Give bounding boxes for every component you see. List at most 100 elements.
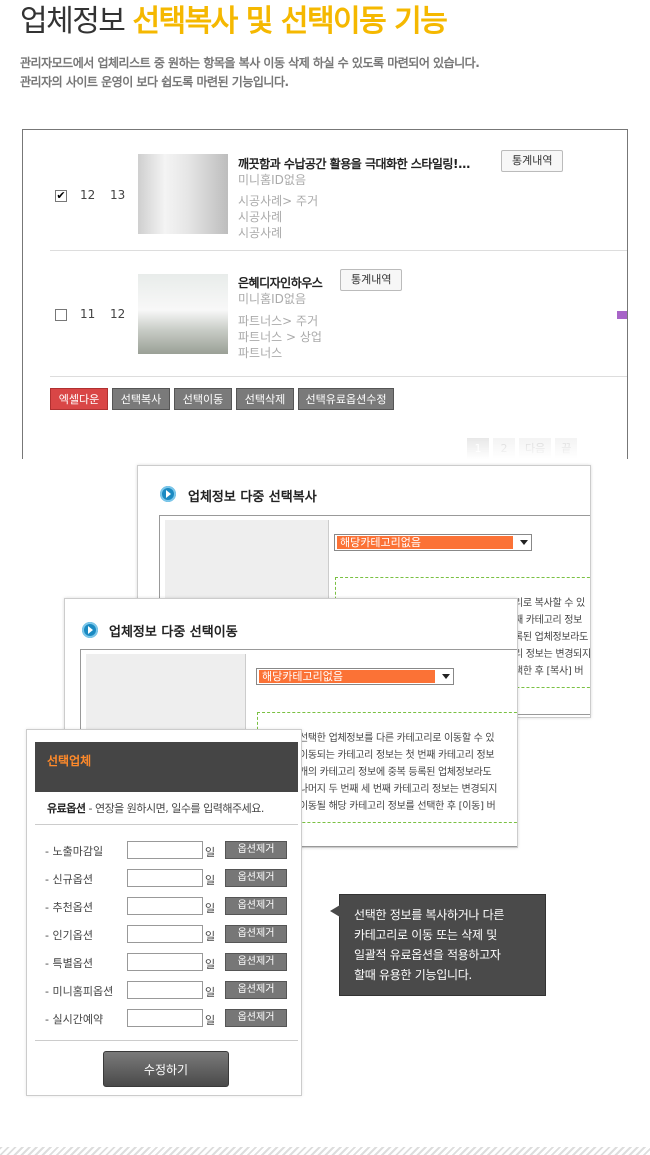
select-paid-option-edit-button[interactable]: 선택유료옵션수정 (298, 388, 394, 410)
option-row: - 신규옵션 일 옵션제거 (45, 869, 295, 887)
category-3: 파트너스 (238, 346, 283, 360)
option-days-input[interactable] (127, 897, 203, 915)
category-select-value: 해당카테고리없음 (259, 670, 435, 683)
option-label: - 특별옵션 (45, 957, 93, 970)
option-label: - 실시간예약 (45, 1013, 104, 1026)
row-number: 11 (80, 307, 96, 321)
remove-option-button[interactable]: 옵션제거 (225, 897, 287, 915)
row-checkbox[interactable] (55, 309, 67, 321)
arrow-circle-icon (160, 486, 176, 502)
dialog-title: 업체정보 다중 선택복사 (188, 490, 317, 505)
bottom-divider (0, 1147, 650, 1155)
option-badge (617, 311, 627, 319)
next-page-link[interactable]: 다음 (519, 438, 552, 459)
stats-button[interactable]: 통계내역 (340, 269, 403, 291)
category-select[interactable]: 해당카테고리없음 (334, 534, 532, 551)
info-line: 개의 카테고리 정보에 중복 등록된 업체정보라도 (299, 767, 492, 778)
category-select[interactable]: 해당카테고리없음 (256, 668, 454, 685)
divider (35, 824, 298, 825)
option-days-input[interactable] (127, 953, 203, 971)
day-unit: 일 (205, 874, 216, 887)
company-thumbnail[interactable] (138, 274, 228, 354)
select-move-button[interactable]: 선택이동 (174, 388, 232, 410)
select-copy-button[interactable]: 선택복사 (112, 388, 170, 410)
excel-download-button[interactable]: 엑셀다운 (50, 388, 108, 410)
option-row: - 인기옵션 일 옵션제거 (45, 925, 295, 943)
info-line: 리 정보는 변경되지 (514, 649, 591, 660)
info-line: 나머지 두 번째 세 번째 카테고리 정보는 변경되지 (299, 784, 498, 795)
chevron-down-icon (442, 674, 450, 679)
remove-option-button[interactable]: 옵션제거 (225, 981, 287, 999)
company-name[interactable]: 은혜디자인하우스 (238, 274, 323, 291)
subtitle-text: - 연장을 원하시면, 일수를 입력해주세요. (85, 802, 264, 815)
option-days-input[interactable] (127, 869, 203, 887)
remove-option-button[interactable]: 옵션제거 (225, 1009, 287, 1027)
day-unit: 일 (205, 1014, 216, 1027)
day-unit: 일 (205, 846, 216, 859)
arrow-circle-icon (82, 622, 98, 638)
option-days-input[interactable] (127, 1009, 203, 1027)
option-days-input[interactable] (127, 981, 203, 999)
list-item: 11 12 은혜디자인하우스 통계내역 미니홈ID없음 파트너스> 주거 파트너… (50, 251, 627, 377)
company-thumbnail[interactable] (138, 154, 228, 234)
info-line: 선택한 업체정보를 다른 카테고리로 이동할 수 있 (299, 733, 495, 744)
option-label: - 추천옵션 (45, 901, 93, 914)
day-unit: 일 (205, 958, 216, 971)
select-delete-button[interactable]: 선택삭제 (236, 388, 294, 410)
day-unit: 일 (205, 986, 216, 999)
page-title: 업체정보 선택복사 및 선택이동 기능 (20, 2, 448, 42)
remove-option-button[interactable]: 옵션제거 (225, 869, 287, 887)
option-days-input[interactable] (127, 925, 203, 943)
homepage-id: 미니홈ID없음 (238, 173, 306, 187)
option-row: - 노출마감일 일 옵션제거 (45, 841, 295, 859)
title-plain: 업체정보 (20, 4, 126, 39)
remove-option-button[interactable]: 옵션제거 (225, 953, 287, 971)
remove-option-button[interactable]: 옵션제거 (225, 841, 287, 859)
category-3: 시공사례 (238, 226, 283, 240)
company-name[interactable]: 깨끗함과 수납공간 활용을 극대화한 스타일링!... (238, 155, 471, 172)
panel-header: 선택업체 (35, 742, 298, 792)
info-line: 째 카테고리 정보 (514, 615, 583, 626)
title-highlight: 선택복사 및 선택이동 기능 (132, 4, 447, 39)
info-line: 록된 업체정보라도 (514, 632, 589, 643)
row-checkbox[interactable]: ✔ (55, 190, 67, 202)
page-link[interactable]: 2 (493, 438, 515, 459)
list-item: ✔ 12 13 깨끗함과 수납공간 활용을 극대화한 스타일링!... 통계내역… (50, 130, 627, 251)
last-page-link[interactable]: 끝 (555, 438, 578, 459)
row-number: 12 (80, 188, 96, 202)
paid-option-panel: 선택업체 유료옵션 - 연장을 원하시면, 일수를 입력해주세요. - 노출마감… (26, 729, 302, 1096)
option-label: - 미니홈피옵션 (45, 985, 114, 998)
option-label: - 인기옵션 (45, 929, 93, 942)
info-line: 이동될 해당 카테고리 정보를 선택한 후 [이동] 버 (299, 801, 496, 812)
info-line: 택한 후 [복사] 버 (514, 666, 584, 677)
info-line: 이동되는 카테고리 정보는 첫 번째 카테고리 정보 (299, 750, 495, 761)
page-description: 관리자모드에서 업체리스트 중 원하는 항목을 복사 이동 삭제 하실 수 있도… (20, 54, 480, 92)
option-row: - 특별옵션 일 옵션제거 (45, 953, 295, 971)
stats-button[interactable]: 통계내역 (501, 150, 564, 172)
subtitle-bold: 유료옵션 (47, 802, 86, 815)
row-id: 12 (110, 307, 126, 321)
panel-subtitle: 유료옵션 - 연장을 원하시면, 일수를 입력해주세요. (47, 800, 264, 816)
pagination: 1 2 다음 끝 (467, 437, 581, 459)
day-unit: 일 (205, 902, 216, 915)
company-list-panel: ✔ 12 13 깨끗함과 수납공간 활용을 극대화한 스타일링!... 통계내역… (22, 129, 628, 459)
option-label: - 신규옵션 (45, 873, 93, 886)
remove-option-button[interactable]: 옵션제거 (225, 925, 287, 943)
category-2: 시공사례 (238, 210, 283, 224)
info-text: 리로 복사할 수 있 째 카테고리 정보 록된 업체정보라도 리 정보는 변경되… (514, 595, 591, 680)
option-days-input[interactable] (127, 841, 203, 859)
divider (35, 1040, 298, 1041)
category-select-value: 해당카테고리없음 (337, 536, 513, 549)
day-unit: 일 (205, 930, 216, 943)
save-button[interactable]: 수정하기 (103, 1051, 229, 1087)
row-id: 13 (110, 188, 126, 202)
category-1: 시공사례> 주거 (238, 194, 319, 208)
description-line: 관리자의 사이트 운영이 보다 쉽도록 마련된 기능입니다. (20, 75, 289, 89)
option-row: - 미니홈피옵션 일 옵션제거 (45, 981, 295, 999)
homepage-id: 미니홈ID없음 (238, 292, 306, 306)
page-link[interactable]: 1 (467, 438, 489, 459)
category-1: 파트너스> 주거 (238, 314, 319, 328)
info-line: 리로 복사할 수 있 (514, 598, 585, 609)
description-line: 관리자모드에서 업체리스트 중 원하는 항목을 복사 이동 삭제 하실 수 있도… (20, 56, 480, 70)
info-text: 선택한 업체정보를 다른 카테고리로 이동할 수 있 이동되는 카테고리 정보는… (299, 730, 497, 815)
